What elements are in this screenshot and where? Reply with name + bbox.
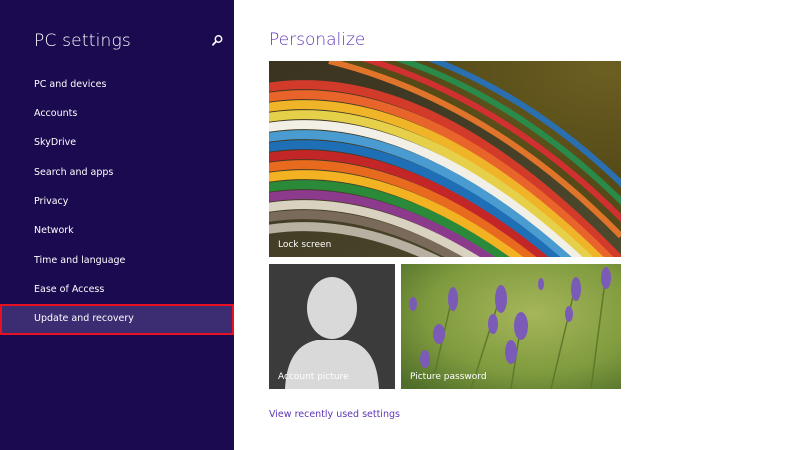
sidebar-item-label: PC and devices [34, 79, 107, 90]
sidebar-item-accounts[interactable]: Accounts [0, 99, 234, 128]
lavender-image [401, 264, 621, 389]
sidebar-item-label: Privacy [34, 196, 69, 207]
sidebar-item-label: Network [34, 225, 74, 236]
page-title: Personalize [269, 30, 366, 50]
account-picture-label: Account picture [278, 372, 349, 382]
main-content: Personalize Lock screen Account picture … [234, 0, 800, 450]
sidebar-item-label: Time and language [34, 255, 126, 266]
sidebar: PC settings PC and devices Accounts SkyD… [0, 0, 234, 450]
sidebar-item-update-and-recovery[interactable]: Update and recovery [0, 304, 234, 335]
picture-password-tile[interactable]: Picture password [401, 264, 621, 389]
sidebar-title: PC settings [34, 31, 131, 51]
sidebar-item-label: Update and recovery [34, 313, 134, 324]
picture-password-label: Picture password [410, 372, 487, 382]
sidebar-item-skydrive[interactable]: SkyDrive [0, 128, 234, 157]
sidebar-item-search-and-apps[interactable]: Search and apps [0, 158, 234, 187]
view-recent-settings-link[interactable]: View recently used settings [269, 409, 400, 420]
sidebar-item-label: Accounts [34, 108, 78, 119]
search-button[interactable] [208, 32, 226, 50]
lock-screen-image [269, 61, 621, 257]
sidebar-item-label: Search and apps [34, 167, 114, 178]
sidebar-item-network[interactable]: Network [0, 216, 234, 245]
sidebar-item-label: SkyDrive [34, 137, 77, 148]
lock-screen-tile[interactable]: Lock screen [269, 61, 621, 257]
sidebar-item-time-and-language[interactable]: Time and language [0, 246, 234, 275]
lock-screen-label: Lock screen [278, 240, 332, 250]
account-picture-tile[interactable]: Account picture [269, 264, 395, 389]
search-icon [212, 35, 223, 46]
user-silhouette-icon [269, 264, 395, 389]
sidebar-item-ease-of-access[interactable]: Ease of Access [0, 275, 234, 304]
sidebar-item-privacy[interactable]: Privacy [0, 187, 234, 216]
sidebar-item-label: Ease of Access [34, 284, 105, 295]
sidebar-item-pc-and-devices[interactable]: PC and devices [0, 70, 234, 99]
